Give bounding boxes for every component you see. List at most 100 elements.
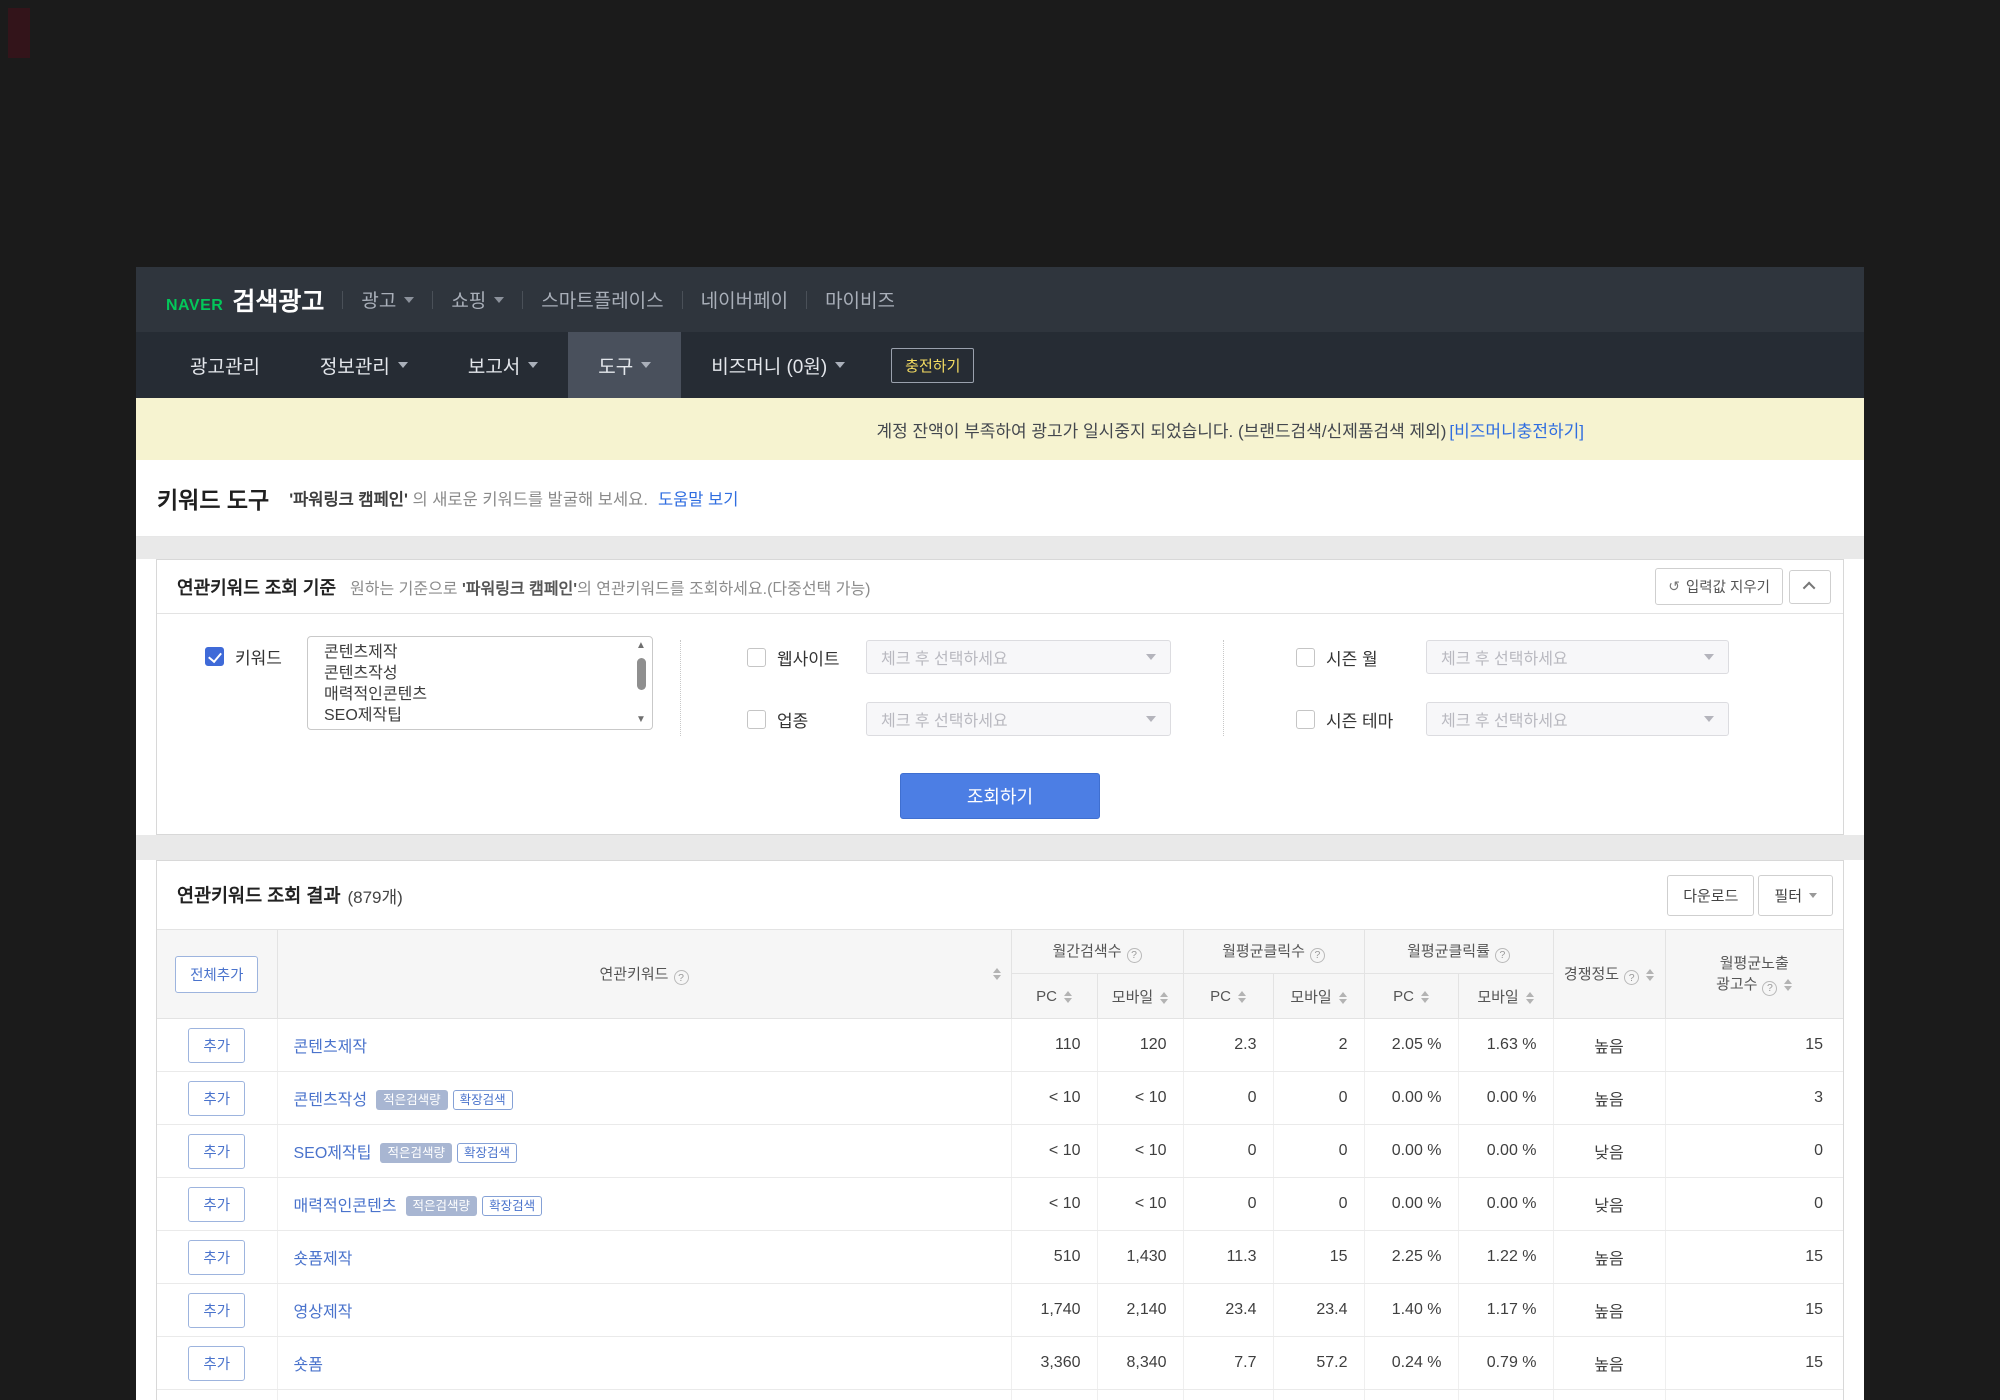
keyword-textarea[interactable]: 콘텐츠제작 콘텐츠작성 매력적인콘텐츠 SEO제작팁 ▲ ▼ [307, 636, 653, 730]
results-header: 연관키워드 조회 결과 (879개) 다운로드 필터 [157, 861, 1843, 929]
nav-item-mybiz[interactable]: 마이비즈 [825, 286, 895, 313]
criteria-description: 원하는 기준으로 '파워링크 캠페인'의 연관키워드를 조회하세요.(다중선택 … [350, 575, 870, 599]
results-panel: 연관키워드 조회 결과 (879개) 다운로드 필터 전체추가 [156, 860, 1844, 1400]
add-keyword-button[interactable]: 추가 [188, 1293, 245, 1328]
add-keyword-button[interactable]: 추가 [188, 1081, 245, 1116]
sort-icon[interactable] [1064, 991, 1072, 1003]
keyword-checkbox[interactable] [205, 647, 224, 666]
add-all-button[interactable]: 전체추가 [175, 956, 258, 993]
help-icon[interactable]: ? [1762, 981, 1777, 996]
add-keyword-button[interactable]: 추가 [188, 1240, 245, 1275]
sort-icon[interactable] [1421, 991, 1429, 1003]
clicks-pc-header[interactable]: PC [1183, 974, 1273, 1019]
sort-icon[interactable] [1526, 992, 1534, 1004]
pc-search-cell: 3,360 [1011, 1337, 1097, 1390]
competition-cell: 높음 [1553, 1284, 1665, 1337]
textarea-scrollbar[interactable]: ▲ ▼ [633, 640, 649, 726]
expanded-search-badge: 확장검색 [453, 1090, 513, 1111]
tab-report[interactable]: 보고서 [438, 332, 568, 398]
help-link[interactable]: 도움말 보기 [658, 486, 738, 510]
sort-icon[interactable] [1238, 991, 1246, 1003]
pc-search-cell: 1,740 [1011, 1284, 1097, 1337]
help-icon[interactable]: ? [1127, 948, 1142, 963]
scroll-up-icon[interactable]: ▲ [636, 640, 646, 652]
season-theme-select[interactable]: 체크 후 선택하세요 [1426, 702, 1729, 736]
website-checkbox[interactable] [747, 648, 766, 667]
keyword-link[interactable]: SEO제작팁 [294, 1145, 372, 1162]
sort-icon[interactable] [1160, 992, 1168, 1004]
add-keyword-button[interactable]: 추가 [188, 1028, 245, 1063]
sort-icon[interactable] [1784, 979, 1792, 991]
search-pc-header[interactable]: PC [1011, 974, 1097, 1019]
avg-ads-cell: 0 [1665, 1178, 1843, 1231]
help-icon[interactable]: ? [1624, 970, 1639, 985]
add-cell: 추가 [157, 1019, 277, 1072]
tab-ad-management[interactable]: 광고관리 [160, 332, 290, 398]
pc-ctr-cell: 0.00 % [1364, 1178, 1458, 1231]
industry-select[interactable]: 체크 후 선택하세요 [866, 702, 1171, 736]
avg-ads-column-header[interactable]: 월평균노출광고수? [1665, 930, 1843, 1019]
keyword-link[interactable]: 매력적인콘텐츠 [294, 1198, 397, 1215]
tab-bizmoney[interactable]: 비즈머니 (0원) [681, 332, 875, 398]
nav-item-shopping[interactable]: 쇼핑 [451, 286, 504, 313]
season-theme-label: 시즌 테마 [1326, 707, 1426, 732]
keyword-link[interactable]: 영상제작 [294, 1304, 353, 1321]
clicks-mobile-header[interactable]: 모바일 [1273, 974, 1364, 1019]
pc-search-cell: < 10 [1011, 1072, 1097, 1125]
divider [432, 291, 433, 309]
filter-button[interactable]: 필터 [1758, 875, 1833, 916]
add-keyword-button[interactable]: 추가 [188, 1187, 245, 1222]
search-button[interactable]: 조회하기 [900, 773, 1100, 819]
tab-tools[interactable]: 도구 [568, 332, 681, 398]
nav-item-naverpay[interactable]: 네이버페이 [701, 286, 788, 313]
add-keyword-button[interactable]: 추가 [188, 1346, 245, 1381]
competition-column-header[interactable]: 경쟁정도? [1553, 930, 1665, 1019]
nav-item-ad[interactable]: 광고 [361, 286, 414, 313]
chevron-down-icon [398, 362, 408, 368]
help-icon[interactable]: ? [674, 970, 689, 985]
keyword-column-header[interactable]: 연관키워드? [277, 930, 1011, 1019]
sort-icon[interactable] [1646, 969, 1654, 981]
charge-button[interactable]: 충전하기 [891, 348, 974, 383]
ctr-mobile-header[interactable]: 모바일 [1458, 974, 1553, 1019]
bizmoney-charge-link[interactable]: [비즈머니충전하기] [1449, 417, 1584, 442]
mobile-clicks-cell: 0 [1273, 1125, 1364, 1178]
industry-checkbox[interactable] [747, 710, 766, 729]
keyword-link[interactable]: 숏폼 [294, 1357, 323, 1374]
download-button[interactable]: 다운로드 [1667, 875, 1754, 916]
mobile-ctr-cell: 1.17 % [1458, 1284, 1553, 1337]
chevron-down-icon [1146, 716, 1156, 722]
naver-searchad-logo[interactable]: NAVER 검색광고 [166, 282, 324, 318]
season-month-select[interactable]: 체크 후 선택하세요 [1426, 640, 1729, 674]
pc-search-cell: < 10 [1011, 1125, 1097, 1178]
season-month-label: 시즌 월 [1326, 645, 1426, 670]
collapse-panel-button[interactable] [1789, 570, 1831, 604]
sort-icon[interactable] [1339, 992, 1347, 1004]
keyword-link[interactable]: 숏폼제작 [294, 1251, 353, 1268]
scroll-down-icon[interactable]: ▼ [636, 714, 646, 726]
search-mobile-header[interactable]: 모바일 [1097, 974, 1183, 1019]
keyword-link[interactable]: 콘텐츠작성 [294, 1092, 368, 1109]
add-cell: 추가 [157, 1284, 277, 1337]
add-keyword-button[interactable]: 추가 [188, 1134, 245, 1169]
season-month-checkbox[interactable] [1296, 648, 1315, 667]
chevron-up-icon [1802, 582, 1815, 595]
tab-info-management[interactable]: 정보관리 [290, 332, 438, 398]
account-notice-bar: 계정 잔액이 부족하여 광고가 일시중지 되었습니다. (브랜드검색/신제품검색… [136, 398, 1864, 460]
website-select[interactable]: 체크 후 선택하세요 [866, 640, 1171, 674]
chevron-down-icon [1704, 716, 1714, 722]
ctr-pc-header[interactable]: PC [1364, 974, 1458, 1019]
keyword-link[interactable]: 콘텐츠제작 [294, 1039, 368, 1056]
nav-item-smartplace[interactable]: 스마트플레이스 [541, 286, 663, 313]
chevron-down-icon [1146, 654, 1156, 660]
clear-inputs-button[interactable]: ↺입력값 지우기 [1655, 568, 1783, 605]
help-icon[interactable]: ? [1495, 948, 1510, 963]
scrollbar-thumb[interactable] [637, 658, 646, 690]
criteria-panel-header: 연관키워드 조회 기준 원하는 기준으로 '파워링크 캠페인'의 연관키워드를 … [157, 560, 1843, 614]
season-theme-checkbox[interactable] [1296, 710, 1315, 729]
sort-icon[interactable] [993, 968, 1001, 980]
avg-ctr-group-header: 월평균클릭률? [1364, 930, 1553, 974]
naver-logo-text: NAVER [166, 297, 223, 315]
help-icon[interactable]: ? [1310, 948, 1325, 963]
mobile-clicks-cell: 15 [1273, 1231, 1364, 1284]
